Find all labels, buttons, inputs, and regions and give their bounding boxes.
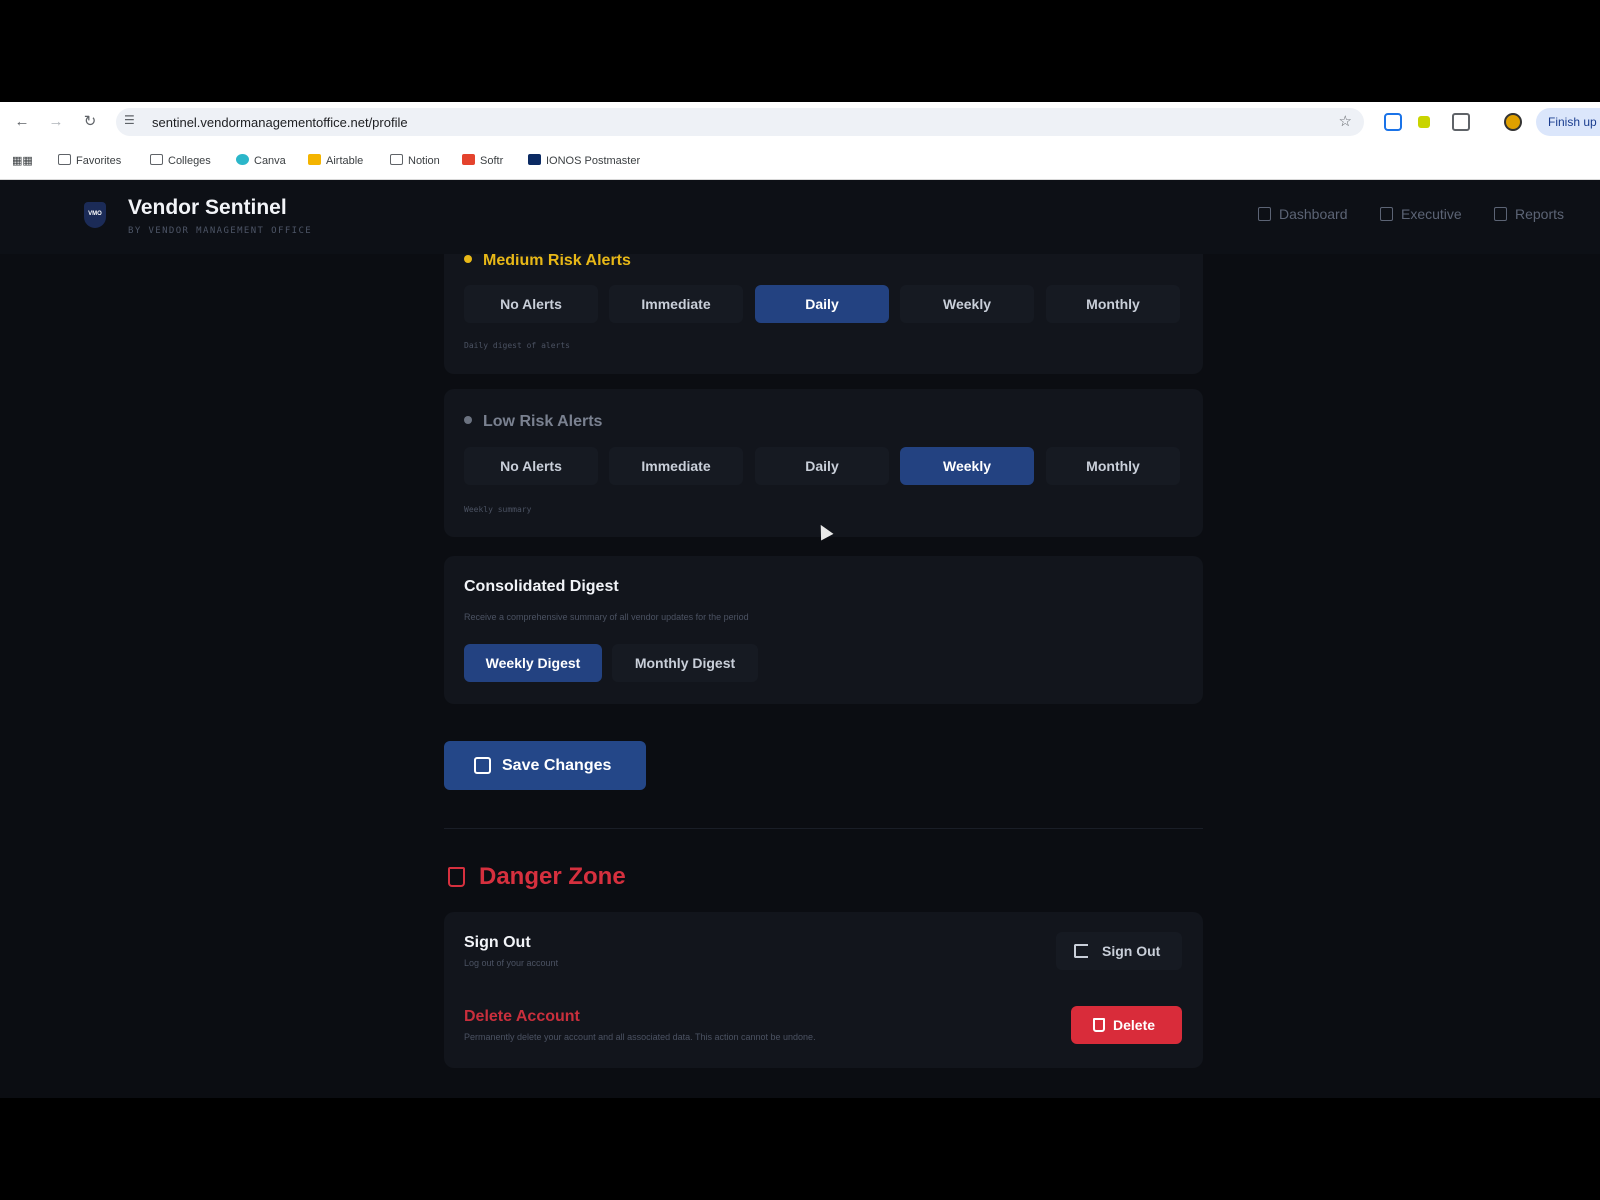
chart-icon — [1380, 207, 1393, 221]
low-risk-dot-icon — [464, 416, 472, 424]
digest-opt-monthly[interactable]: Monthly Digest — [612, 644, 758, 682]
sign-out-description: Log out of your account — [464, 958, 559, 968]
low-risk-hint: Weekly summary — [464, 505, 532, 514]
canva-icon — [236, 154, 249, 165]
low-opt-monthly[interactable]: Monthly — [1046, 447, 1180, 485]
extension-icon[interactable] — [1418, 116, 1430, 128]
digest-opt-weekly[interactable]: Weekly Digest — [464, 644, 602, 682]
save-icon — [474, 757, 491, 774]
folder-icon — [58, 154, 71, 165]
bookmark-airtable[interactable]: Airtable — [308, 154, 363, 167]
medium-risk-dot-icon — [464, 255, 472, 263]
nav-executive[interactable]: Executive — [1380, 206, 1462, 222]
browser-toolbar: ← → ↻ ☰ sentinel.vendormanagementoffice.… — [0, 102, 1600, 142]
digest-title: Consolidated Digest — [464, 578, 619, 595]
trash-icon — [1093, 1018, 1105, 1032]
softr-icon — [462, 154, 475, 165]
danger-zone-title: Danger Zone — [479, 863, 626, 890]
browser-chrome: ← → ↻ ☰ sentinel.vendormanagementoffice.… — [0, 102, 1600, 180]
bookmark-notion[interactable]: Notion — [390, 154, 440, 167]
app-subtitle: BY VENDOR MANAGEMENT OFFICE — [128, 226, 313, 236]
save-changes-button[interactable]: Save Changes — [444, 741, 646, 790]
sign-out-title: Sign Out — [464, 934, 531, 951]
medium-risk-hint: Daily digest of alerts — [464, 341, 570, 350]
sign-out-button[interactable]: Sign Out — [1056, 932, 1182, 970]
trash-icon — [448, 867, 465, 887]
low-opt-weekly[interactable]: Weekly — [900, 447, 1034, 485]
low-opt-no-alerts[interactable]: No Alerts — [464, 447, 598, 485]
danger-zone-card: Sign Out Log out of your account Sign Ou… — [444, 912, 1203, 1068]
bookmark-ionos[interactable]: IONOS Postmaster — [528, 154, 640, 167]
medium-opt-monthly[interactable]: Monthly — [1046, 285, 1180, 323]
bookmark-canva[interactable]: Canva — [236, 154, 286, 167]
app-viewport: VMO Vendor Sentinel BY VENDOR MANAGEMENT… — [0, 180, 1600, 1098]
delete-account-description: Permanently delete your account and all … — [464, 1032, 816, 1042]
vmo-logo-icon: VMO — [84, 202, 106, 228]
low-opt-immediate[interactable]: Immediate — [609, 447, 743, 485]
save-changes-label: Save Changes — [502, 757, 612, 774]
section-divider — [444, 828, 1203, 829]
apps-grid-icon[interactable]: ▦▦ — [12, 154, 33, 167]
nav-reports[interactable]: Reports — [1494, 206, 1564, 222]
medium-opt-no-alerts[interactable]: No Alerts — [464, 285, 598, 323]
document-icon — [1494, 207, 1507, 221]
airtable-icon — [308, 154, 321, 165]
url-text: sentinel.vendormanagementoffice.net/prof… — [152, 115, 408, 130]
back-icon[interactable]: ← — [12, 112, 32, 132]
letterbox-bottom — [0, 1098, 1600, 1200]
ionos-icon — [528, 154, 541, 165]
folder-icon — [150, 154, 163, 165]
notion-icon — [390, 154, 403, 165]
delete-button-label: Delete — [1113, 1017, 1156, 1033]
nav-dashboard[interactable]: Dashboard — [1258, 206, 1348, 222]
delete-account-title: Delete Account — [464, 1008, 580, 1025]
forward-icon[interactable]: → — [46, 112, 66, 132]
profile-avatar-icon[interactable] — [1504, 113, 1522, 131]
medium-risk-title: Medium Risk Alerts — [464, 252, 631, 270]
bookmark-softr[interactable]: Softr — [462, 154, 503, 167]
reload-icon[interactable]: ↻ — [80, 112, 100, 132]
delete-account-button[interactable]: Delete — [1071, 1006, 1182, 1044]
digest-card: Consolidated Digest Receive a comprehens… — [444, 556, 1203, 704]
dashboard-icon — [1258, 207, 1271, 221]
low-risk-title: Low Risk Alerts — [464, 413, 602, 431]
extensions-puzzle-icon[interactable] — [1452, 113, 1470, 131]
sign-out-button-label: Sign Out — [1102, 943, 1161, 959]
medium-opt-immediate[interactable]: Immediate — [609, 285, 743, 323]
low-risk-card: Low Risk Alerts No Alerts Immediate Dail… — [444, 389, 1203, 537]
address-bar[interactable]: ☰ sentinel.vendormanagementoffice.net/pr… — [116, 108, 1364, 136]
header-overlay: VMO Vendor Sentinel BY VENDOR MANAGEMENT… — [0, 180, 1600, 254]
app-title: Vendor Sentinel — [128, 196, 287, 219]
low-opt-daily[interactable]: Daily — [755, 447, 889, 485]
bookmark-colleges[interactable]: Colleges — [150, 154, 211, 167]
bookmark-favorites[interactable]: Favorites — [58, 154, 121, 167]
bookmark-star-icon[interactable]: ☆ — [1339, 112, 1352, 130]
logout-icon — [1074, 944, 1088, 958]
site-info-icon[interactable]: ☰ — [124, 113, 135, 127]
bookmarks-bar: ▦▦ Favorites Colleges Canva Airtable Not… — [0, 144, 1600, 178]
medium-opt-weekly[interactable]: Weekly — [900, 285, 1034, 323]
letterbox-top — [0, 0, 1600, 102]
finish-update-button[interactable]: Finish up — [1536, 108, 1600, 136]
medium-opt-daily[interactable]: Daily — [755, 285, 889, 323]
digest-description: Receive a comprehensive summary of all v… — [464, 612, 749, 622]
extension-icon[interactable] — [1384, 113, 1402, 131]
